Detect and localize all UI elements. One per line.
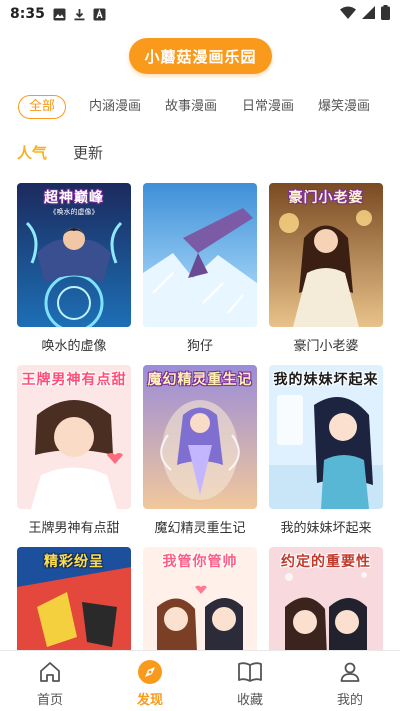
cover-title: 魔幻精灵重生记	[147, 372, 253, 388]
comic-name: 狗仔	[186, 339, 213, 354]
sort-tab-updated[interactable]: 更新	[73, 142, 103, 163]
comic-card[interactable]: 我管你管帅	[143, 547, 257, 650]
comic-cover: 王牌男神有点甜	[17, 365, 131, 509]
comic-card[interactable]: 精彩纷呈	[17, 547, 131, 650]
comic-card[interactable]: 超神巅峰 《唤水的虚像》 唤水的虚像	[17, 183, 131, 354]
category-tab-funny[interactable]: 爆笑漫画	[318, 95, 370, 119]
signal-icon	[362, 5, 375, 23]
nav-profile-label: 我的	[336, 693, 363, 708]
nav-home[interactable]: 首页	[0, 651, 100, 711]
home-icon	[37, 659, 63, 685]
comic-card[interactable]: 狗仔	[143, 183, 257, 354]
nav-profile[interactable]: 我的	[300, 651, 400, 711]
user-icon	[337, 659, 363, 685]
status-bar: 8:35	[0, 0, 400, 28]
wifi-icon	[340, 6, 356, 23]
cover-title: 我的妹妹坏起来	[273, 372, 379, 388]
category-tab-connotation[interactable]: 内涵漫画	[89, 95, 141, 119]
comic-grid: 超神巅峰 《唤水的虚像》 唤水的虚像 狗仔 豪门小老婆 豪门小老婆 王牌男神有点…	[0, 183, 400, 650]
cover-title: 约定的重要性	[281, 554, 371, 570]
comic-card[interactable]: 豪门小老婆 豪门小老婆	[269, 183, 383, 354]
cover-title: 超神巅峰	[44, 190, 104, 206]
comic-cover: 约定的重要性	[269, 547, 383, 650]
cover-title: 我管你管帅	[162, 554, 238, 570]
comic-name: 魔幻精灵重生记	[154, 521, 246, 536]
sort-tab-popular[interactable]: 人气	[17, 142, 47, 163]
category-tab-all[interactable]: 全部	[18, 95, 67, 119]
battery-icon	[381, 4, 390, 24]
download-notification-icon	[73, 7, 87, 21]
cover-title: 精彩纷呈	[44, 554, 104, 570]
comic-card[interactable]: 我的妹妹坏起来 我的妹妹坏起来	[269, 365, 383, 536]
bottom-nav: 首页 发现 收藏 我的	[0, 650, 400, 711]
comic-cover: 我的妹妹坏起来	[269, 365, 383, 509]
category-tab-story[interactable]: 故事漫画	[165, 95, 217, 119]
cover-title: 豪门小老婆	[288, 190, 364, 206]
comic-cover: 魔幻精灵重生记	[143, 365, 257, 509]
category-tabs: 全部 内涵漫画 故事漫画 日常漫画 爆笑漫画	[0, 92, 400, 122]
app-title-pill: 小蘑菇漫画乐园	[129, 38, 272, 74]
status-time: 8:35	[10, 6, 45, 22]
image-notification-icon	[53, 7, 67, 21]
comic-cover	[143, 183, 257, 327]
comic-cover: 我管你管帅	[143, 547, 257, 650]
category-tab-daily[interactable]: 日常漫画	[242, 95, 294, 119]
comic-name: 我的妹妹坏起来	[280, 521, 372, 536]
comic-card[interactable]: 约定的重要性	[269, 547, 383, 650]
nav-favorites[interactable]: 收藏	[200, 651, 300, 711]
sort-tabs: 人气 更新	[0, 140, 400, 166]
nav-discover[interactable]: 发现	[100, 651, 200, 711]
book-icon	[237, 659, 263, 685]
comic-name: 王牌男神有点甜	[28, 521, 120, 536]
comic-cover: 超神巅峰 《唤水的虚像》	[17, 183, 131, 327]
comic-name: 豪门小老婆	[293, 339, 359, 354]
text-notification-icon	[93, 7, 107, 21]
comic-name: 唤水的虚像	[41, 339, 107, 354]
comic-cover: 精彩纷呈	[17, 547, 131, 650]
nav-home-label: 首页	[36, 693, 63, 708]
compass-icon	[137, 659, 163, 685]
comic-cover: 豪门小老婆	[269, 183, 383, 327]
comic-card[interactable]: 魔幻精灵重生记 魔幻精灵重生记	[143, 365, 257, 536]
cover-subtitle: 《唤水的虚像》	[49, 208, 99, 216]
nav-discover-label: 发现	[136, 693, 163, 708]
comic-card[interactable]: 王牌男神有点甜 王牌男神有点甜	[17, 365, 131, 536]
cover-title: 王牌男神有点甜	[21, 372, 127, 388]
nav-favorites-label: 收藏	[236, 693, 263, 708]
